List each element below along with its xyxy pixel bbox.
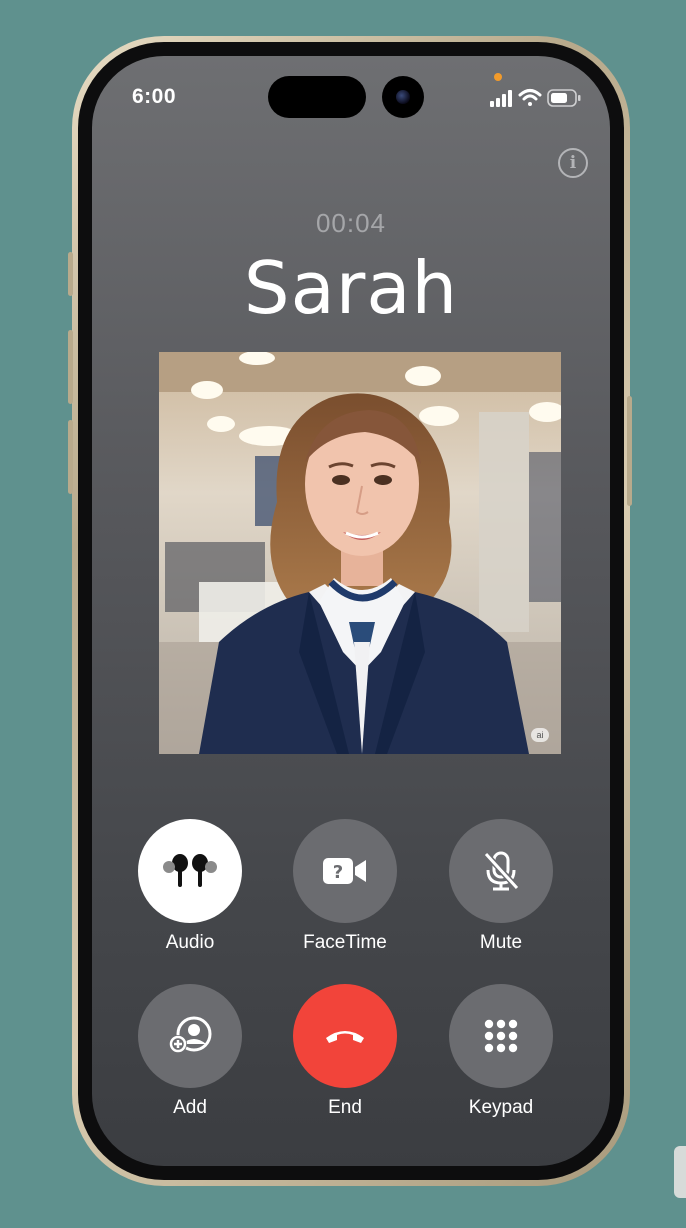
volume-up-button bbox=[68, 330, 73, 404]
end-call-circle[interactable] bbox=[293, 984, 397, 1088]
privacy-indicator-dot bbox=[494, 73, 502, 81]
status-bar: 6:00 bbox=[92, 56, 610, 136]
signal-icon bbox=[490, 90, 512, 107]
mute-mic-icon bbox=[483, 851, 520, 891]
page-edge-tab bbox=[674, 1146, 686, 1198]
end-call-button[interactable]: End bbox=[293, 984, 397, 1119]
airpods-icon bbox=[163, 854, 217, 887]
end-call-icon bbox=[326, 1031, 364, 1043]
audio-button[interactable]: Audio bbox=[138, 819, 242, 954]
add-call-button[interactable]: Add bbox=[138, 984, 242, 1119]
add-label: Add bbox=[173, 1097, 207, 1118]
audio-label: Audio bbox=[165, 932, 215, 953]
contact-name: Sarah bbox=[243, 246, 459, 330]
call-duration: 00:04 bbox=[315, 208, 387, 238]
keypad-button-circle[interactable] bbox=[449, 984, 553, 1088]
action-button bbox=[68, 252, 73, 296]
wifi-icon bbox=[518, 89, 542, 106]
add-person-icon bbox=[169, 1016, 212, 1053]
contact-photo: ai bbox=[159, 352, 561, 754]
mute-button-circle[interactable] bbox=[449, 819, 553, 923]
facetime-icon: ? bbox=[323, 858, 366, 884]
facetime-button[interactable]: ? FaceTime bbox=[293, 819, 397, 954]
end-label: End bbox=[328, 1097, 362, 1118]
battery-icon bbox=[547, 89, 581, 107]
side-power-button bbox=[627, 396, 632, 506]
audio-button-circle[interactable] bbox=[138, 819, 242, 923]
status-time: 6:00 bbox=[132, 85, 177, 108]
info-button[interactable]: i bbox=[558, 148, 588, 178]
status-icons bbox=[490, 89, 581, 107]
keypad-icon bbox=[484, 1019, 518, 1053]
facetime-label: FaceTime bbox=[303, 932, 387, 953]
contact-portrait bbox=[159, 352, 561, 754]
dynamic-island bbox=[268, 76, 366, 118]
volume-down-button bbox=[68, 420, 73, 494]
call-screen: 6:00 i 00:04 Sarah ai Audio ? FaceTime M… bbox=[92, 56, 610, 1166]
keypad-button[interactable]: Keypad bbox=[449, 984, 553, 1119]
keypad-label: Keypad bbox=[468, 1097, 534, 1118]
mute-button[interactable]: Mute bbox=[449, 819, 553, 954]
mute-label: Mute bbox=[479, 932, 523, 953]
phone-frame: 6:00 i 00:04 Sarah ai Audio ? FaceTime M… bbox=[72, 36, 630, 1186]
svg-text:?: ? bbox=[333, 862, 343, 883]
front-camera bbox=[382, 76, 424, 118]
phone-bezel: 6:00 i 00:04 Sarah ai Audio ? FaceTime M… bbox=[78, 42, 624, 1180]
facetime-button-circle[interactable]: ? bbox=[293, 819, 397, 923]
ai-badge: ai bbox=[531, 728, 549, 742]
add-button-circle[interactable] bbox=[138, 984, 242, 1088]
